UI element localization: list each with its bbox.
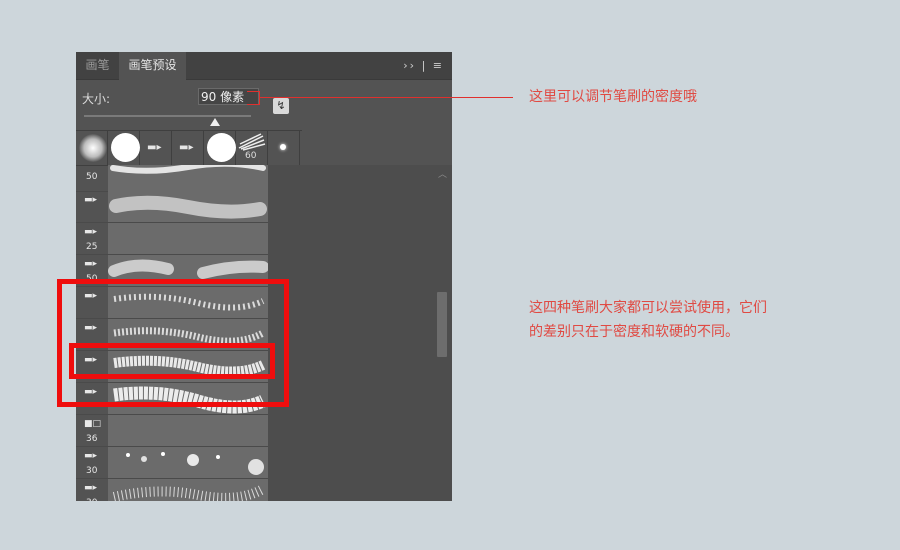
textured-brush-icon [238,133,266,151]
tab-brush-presets[interactable]: 画笔预设 [119,52,186,80]
brush-tip-icon: ▬▸ [84,227,98,237]
brush-size: 25 [86,242,98,252]
preset-small-dot[interactable] [268,131,300,165]
preset-size: 60 [245,151,257,161]
size-slider-track[interactable] [84,115,251,117]
brush-size: 36 [86,434,98,444]
brush-annotation: 这四种笔刷大家都可以尝试使用，它们的差别只在于密度和软硬的不同。 [529,300,767,340]
brush-tip-icon: ▬▸ [147,142,162,153]
brush-stroke-preview [108,223,268,254]
pointer-bracket [247,91,260,105]
brush-size: 30 [86,466,98,476]
preset-brush-tip[interactable]: ▬▸ [140,131,172,165]
panel-tab-bar: 画笔 画笔预设 ›› | ≡ [76,52,452,80]
list-item[interactable]: ▬▸ 25 [76,223,268,255]
brush-tip-icon: ▬▸ [84,259,98,269]
small-dot-icon [280,144,286,150]
brush-stroke-preview [108,447,268,478]
list-item[interactable]: ▬▸ 30 [76,447,268,479]
preset-soft-round[interactable] [76,131,108,165]
brush-tip-icon: ▬▸ [84,451,98,461]
brush-tip-icon: ▬▸ [84,195,98,205]
scroll-up-icon[interactable]: ︿ [438,167,447,180]
brush-stroke-preview [108,415,268,446]
preset-hard-round[interactable] [204,131,236,165]
highlight-box-inner [69,343,275,379]
list-item[interactable]: ▬▸ [76,191,268,223]
list-item[interactable]: 50 [76,165,268,192]
brush-size: 50 [86,172,98,182]
reset-brush-icon[interactable]: ↯ [273,98,289,114]
size-annotation: 这里可以调节笔刷的密度哦 [529,89,697,105]
square-brush-icon: ■□ [84,419,102,429]
hard-round-icon [207,133,236,162]
preset-empty-area [268,165,452,501]
scrollbar-thumb[interactable] [437,292,447,357]
brush-size: 30 [86,498,97,501]
preset-brush-tip[interactable]: ▬▸ [172,131,204,165]
brush-stroke-preview [108,191,268,222]
list-item[interactable]: ■□ 36 [76,415,268,447]
panel-menu-icon[interactable]: ›› | ≡ [403,52,444,79]
tab-brush[interactable]: 画笔 [76,52,119,79]
hard-round-icon [111,133,140,162]
size-label: 大小: [82,92,111,106]
size-slider-thumb[interactable] [210,118,220,126]
brush-presets-panel: 画笔 画笔预设 ›› | ≡ 大小: 90 像素 ↯ ▬▸ ▬▸ 60 50 ▬… [76,52,452,501]
preset-textured[interactable]: 60 [236,131,268,165]
pointer-line [260,97,513,98]
brush-stroke-preview [108,479,268,501]
brush-tip-icon: ▬▸ [84,483,98,493]
preset-hard-round[interactable] [108,131,140,165]
soft-round-icon [79,134,107,162]
brush-stroke-preview [108,165,268,191]
list-item[interactable]: ▬▸ 30 [76,479,268,501]
brush-tip-icon: ▬▸ [179,142,194,153]
quick-preset-row: ▬▸ ▬▸ 60 [76,130,302,166]
